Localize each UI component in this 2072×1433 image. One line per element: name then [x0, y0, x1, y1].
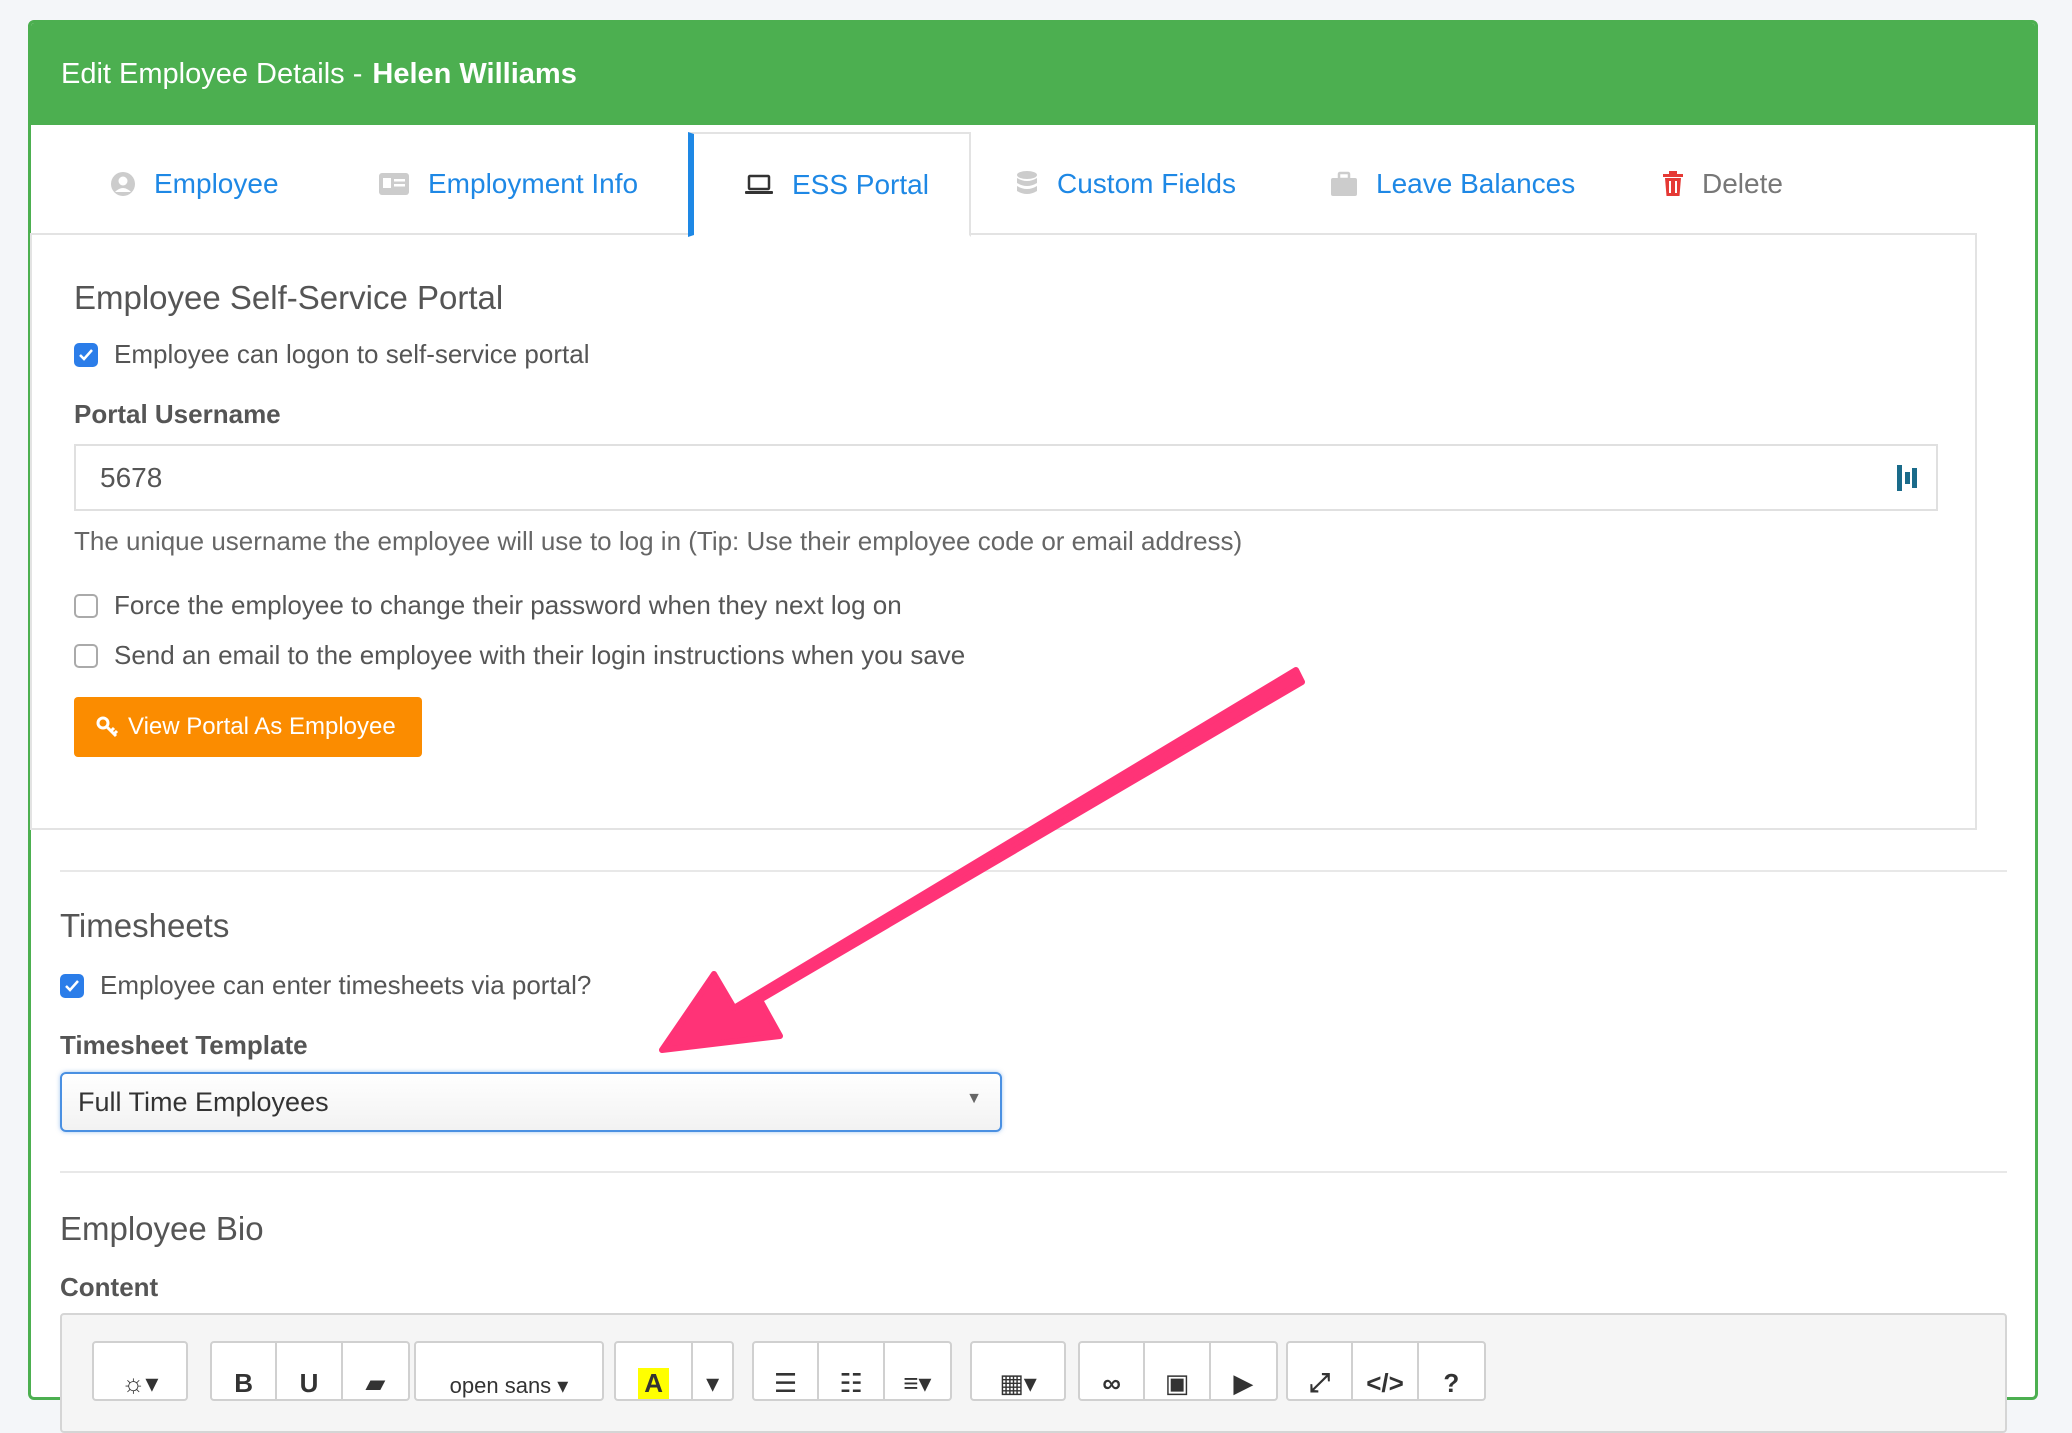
can-logon-row[interactable]: Employee can logon to self-service porta…	[74, 339, 589, 370]
force-change-row[interactable]: Force the employee to change their passw…	[74, 590, 902, 621]
timesheets-portal-row[interactable]: Employee can enter timesheets via portal…	[60, 970, 591, 1001]
color-dropdown-icon[interactable]: ▾	[693, 1343, 732, 1399]
tab-ess-portal-label: ESS Portal	[792, 168, 929, 200]
fullscreen-icon[interactable]: ⤢	[1288, 1343, 1354, 1399]
tab-employment-info-label: Employment Info	[428, 167, 639, 199]
id-card-icon	[379, 172, 409, 195]
view-group: ⤢ </> ?	[1286, 1341, 1486, 1401]
bullet-list-icon[interactable]: ☰	[754, 1343, 820, 1399]
font-name-dropdown[interactable]: open sans ▾	[416, 1343, 602, 1399]
numbered-list-icon[interactable]: ☷	[819, 1343, 885, 1399]
font-name-value: open sans	[449, 1373, 552, 1398]
tab-custom-fields-label: Custom Fields	[1057, 167, 1236, 199]
table-icon[interactable]: ▦▾	[972, 1343, 1064, 1399]
checkmark-icon	[65, 979, 79, 992]
timesheet-template-value: Full Time Employees	[78, 1086, 329, 1117]
portal-username-label: Portal Username	[74, 399, 281, 429]
portal-username-help: The unique username the employee will us…	[74, 526, 1243, 556]
insert-group: ∞ ▣ ▶	[1078, 1341, 1278, 1401]
bio-content-label: Content	[60, 1272, 159, 1302]
trash-icon	[1663, 170, 1683, 196]
send-email-checkbox[interactable]	[74, 643, 98, 668]
tab-employee-label: Employee	[154, 167, 279, 199]
bio-title: Employee Bio	[60, 1210, 264, 1247]
divider	[60, 1171, 2007, 1173]
format-group: B U ▰	[210, 1341, 410, 1401]
align-icon[interactable]: ≡▾	[885, 1343, 950, 1399]
briefcase-icon	[1331, 171, 1357, 196]
tab-ess-portal[interactable]: ESS Portal	[688, 132, 971, 237]
highlight-color-icon[interactable]: A	[616, 1343, 694, 1399]
header-prefix: Edit Employee Details -	[61, 57, 363, 90]
eraser-icon[interactable]: ▰	[343, 1343, 408, 1399]
tab-employee[interactable]: Employee	[110, 132, 279, 235]
rich-text-editor[interactable]: ☼▾ B U ▰ open sans ▾ A ▾ ☰ ☷ ≡▾ ▦▾ ∞ ▣ ▶…	[60, 1313, 2007, 1433]
color-group: A ▾	[614, 1341, 734, 1401]
link-icon[interactable]: ∞	[1080, 1343, 1146, 1399]
can-logon-label: Employee can logon to self-service porta…	[114, 339, 590, 369]
database-icon	[1017, 170, 1037, 194]
force-change-label: Force the employee to change their passw…	[114, 590, 902, 620]
divider	[60, 870, 2007, 872]
timesheet-template-label: Timesheet Template	[60, 1030, 308, 1060]
send-email-row[interactable]: Send an email to the employee with their…	[74, 640, 965, 671]
password-manager-icon[interactable]	[1896, 464, 1918, 492]
tab-bar: Employee Employment Info ESS Portal Cust…	[30, 132, 1977, 237]
employee-name: Helen Williams	[372, 57, 577, 90]
video-icon[interactable]: ▶	[1211, 1343, 1276, 1399]
user-circle-icon	[111, 171, 135, 196]
ess-portal-panel: Employee Self-Service Portal Employee ca…	[30, 233, 1977, 830]
portal-username-input[interactable]: 5678	[74, 444, 1938, 511]
view-portal-button[interactable]: View Portal As Employee	[74, 697, 422, 757]
panel-header: Edit Employee Details - Helen Williams	[31, 23, 2035, 125]
font-group: open sans ▾	[414, 1341, 604, 1401]
laptop-icon	[745, 174, 773, 194]
portal-username-value: 5678	[100, 461, 163, 493]
help-button[interactable]: ?	[1419, 1343, 1484, 1399]
dropdown-caret-icon: ▼	[966, 1090, 982, 1107]
timesheets-portal-label: Employee can enter timesheets via portal…	[100, 970, 592, 1000]
tab-delete-label: Delete	[1702, 167, 1783, 199]
timesheet-template-select[interactable]: Full Time Employees ▼	[60, 1072, 1002, 1132]
style-group: ☼▾	[92, 1341, 188, 1401]
image-icon[interactable]: ▣	[1145, 1343, 1211, 1399]
ess-title: Employee Self-Service Portal	[74, 279, 504, 316]
magic-wand-icon[interactable]: ☼▾	[94, 1343, 186, 1399]
checkmark-icon	[79, 348, 93, 361]
tab-custom-fields[interactable]: Custom Fields	[1015, 132, 1236, 235]
code-view-icon[interactable]: </>	[1353, 1343, 1419, 1399]
timesheets-portal-checkbox[interactable]	[60, 973, 84, 998]
tab-employment-info[interactable]: Employment Info	[378, 132, 638, 235]
list-group: ☰ ☷ ≡▾	[752, 1341, 952, 1401]
underline-button[interactable]: U	[277, 1343, 343, 1399]
tab-leave-balances-label: Leave Balances	[1376, 167, 1576, 199]
tab-delete[interactable]: Delete	[1662, 132, 1783, 235]
force-change-checkbox[interactable]	[74, 593, 98, 618]
tab-leave-balances[interactable]: Leave Balances	[1330, 132, 1575, 235]
view-portal-label: View Portal As Employee	[128, 713, 396, 740]
key-icon	[96, 716, 119, 738]
send-email-label: Send an email to the employee with their…	[114, 640, 966, 670]
can-logon-checkbox[interactable]	[74, 342, 98, 367]
timesheets-title: Timesheets	[60, 907, 230, 944]
bold-button[interactable]: B	[212, 1343, 278, 1399]
table-group: ▦▾	[970, 1341, 1066, 1401]
